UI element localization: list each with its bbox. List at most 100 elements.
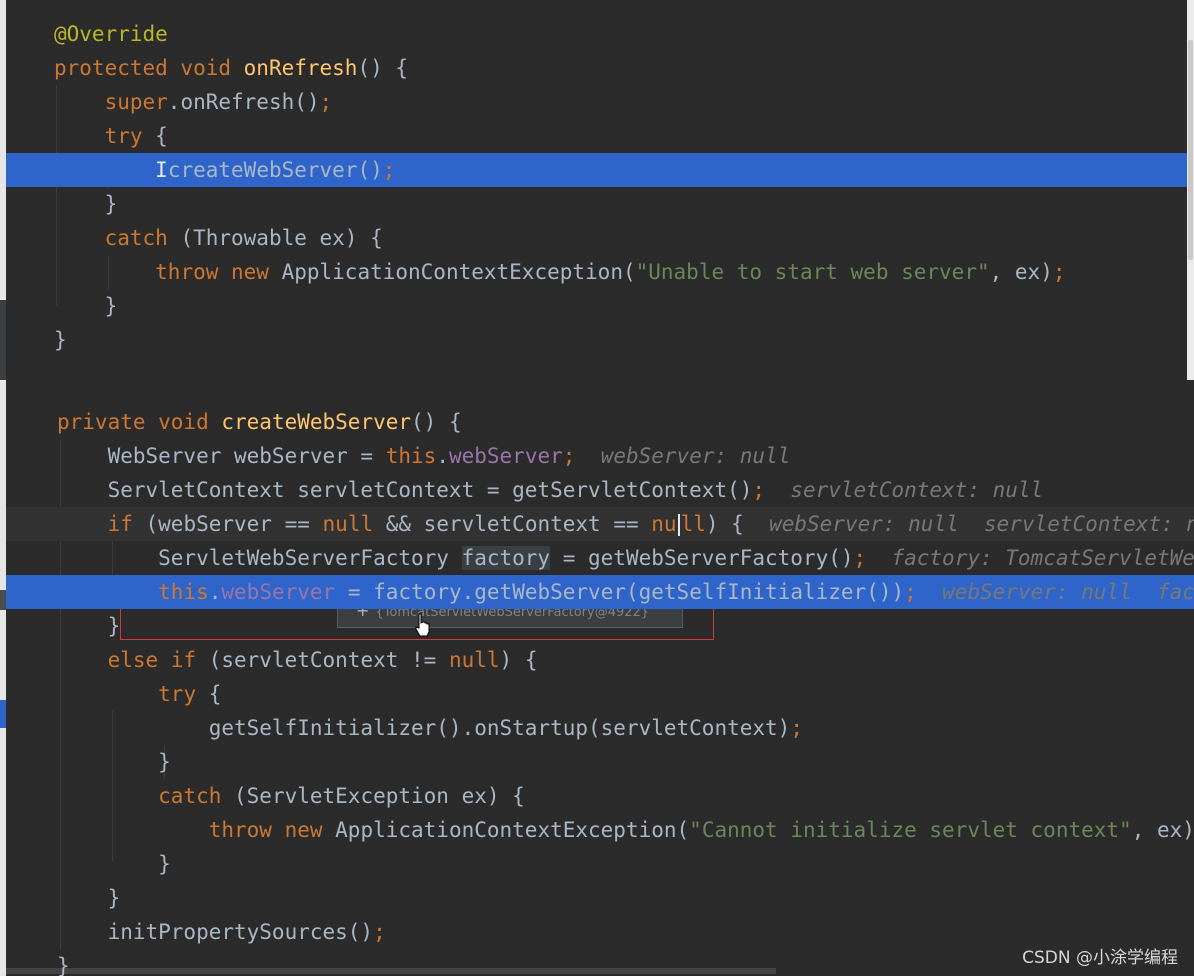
code-line[interactable]: protected void onRefresh() { — [6, 51, 1187, 85]
code-token: webServer — [221, 580, 336, 604]
code-token: } — [54, 328, 67, 352]
code-token: ApplicationContextException( — [335, 818, 690, 842]
code-token: () { — [357, 56, 409, 80]
code-token: ) { — [499, 648, 538, 672]
code-token: protected void — [54, 56, 244, 80]
code-token: nu — [651, 512, 677, 536]
code-line[interactable]: @Override — [6, 17, 1187, 51]
code-token: . — [436, 444, 449, 468]
code-token: @Override — [54, 22, 168, 46]
code-line[interactable]: getSelfInitializer().onStartup(servletCo… — [6, 711, 1194, 745]
code-token: { — [196, 682, 222, 706]
inline-debug-hint: webServer: null servletContext: null — [743, 512, 1194, 536]
code-token: private void — [57, 410, 222, 434]
code-token: ServletWebServerFactory — [57, 546, 462, 570]
ibeam-cursor-icon: I — [155, 158, 168, 182]
code-token: "Unable to start web server" — [635, 260, 990, 284]
code-line[interactable]: catch (ServletException ex) { — [6, 779, 1194, 813]
code-token: ServletContext servletContext = getServl… — [57, 478, 753, 502]
code-token: } — [54, 294, 118, 318]
code-line[interactable]: ServletWebServerFactory factory = getWeb… — [6, 541, 1194, 575]
watermark: CSDN @小涂学编程 — [1022, 948, 1178, 968]
code-token: = factory.getWebServer(getSelfInitialize… — [335, 580, 905, 604]
code-line[interactable]: catch (Throwable ex) { — [6, 221, 1187, 255]
code-token: initPropertySources() — [57, 920, 374, 944]
code-token: null — [322, 512, 374, 536]
code-token: ; — [790, 716, 803, 740]
code-line[interactable]: } — [6, 609, 1194, 643]
code-token: (servletContext != — [196, 648, 449, 672]
code-token: createWebServer() — [167, 158, 383, 182]
code-token: { — [142, 124, 168, 148]
code-token: = getWebServerFactory() — [550, 546, 854, 570]
inline-debug-hint: factory: TomcatServletWebServerFactory@4… — [891, 546, 1194, 570]
code-line[interactable]: IcreateWebServer(); — [6, 153, 1187, 187]
code-token: ; — [1052, 260, 1066, 284]
code-token: ; — [382, 158, 396, 182]
code-line[interactable]: try { — [6, 119, 1187, 153]
code-line[interactable]: } — [6, 847, 1194, 881]
code-token: } — [54, 192, 118, 216]
code-token: null — [448, 648, 500, 672]
code-token: createWebServer — [221, 410, 412, 434]
code-line[interactable]: if (webServer == null && servletContext … — [6, 507, 1194, 541]
code-token: if — [107, 512, 133, 536]
code-line[interactable]: else if (servletContext != null) { — [6, 643, 1194, 677]
code-token: ll — [680, 512, 706, 536]
code-line[interactable]: try { — [6, 677, 1194, 711]
code-token: (Throwable ex) { — [167, 226, 383, 250]
code-token: ApplicationContextException( — [281, 260, 636, 284]
inline-debug-hint: servletContext: null — [765, 478, 1044, 502]
code-token: catch — [104, 226, 168, 250]
code-line[interactable]: throw new ApplicationContextException("U… — [6, 255, 1187, 289]
vertical-scrollbar[interactable] — [1187, 0, 1194, 380]
scrollbar-thumb[interactable] — [1188, 40, 1193, 260]
code-line[interactable]: super.onRefresh(); — [6, 85, 1187, 119]
code-token: throw new — [208, 818, 336, 842]
code-editor-top[interactable]: @Override protected void onRefresh() { su… — [6, 0, 1187, 380]
code-token: && servletContext == — [373, 512, 652, 536]
code-token: WebServer webServer = — [57, 444, 386, 468]
code-line[interactable]: } — [6, 881, 1194, 915]
code-token: } — [57, 886, 121, 910]
code-line[interactable]: this.webServer = factory.getWebServer(ge… — [6, 575, 1194, 609]
inline-debug-hint: webServer: null — [575, 444, 791, 468]
code-line[interactable]: initPropertySources(); — [6, 915, 1194, 949]
code-token: try — [158, 682, 197, 706]
code-line[interactable]: } — [6, 187, 1187, 221]
code-line[interactable]: } — [6, 745, 1194, 779]
code-editor-bottom[interactable]: + {TomcatServletWebServerFactory@4922} pr… — [6, 380, 1194, 976]
code-line[interactable]: ServletContext servletContext = getServl… — [6, 473, 1194, 507]
code-token: .onRefresh() — [167, 90, 320, 114]
text-caret — [677, 514, 680, 536]
code-token: (webServer == — [132, 512, 323, 536]
code-token: "Cannot initialize servlet context" — [689, 818, 1132, 842]
code-token: ) { — [705, 512, 744, 536]
code-token: } — [57, 852, 171, 876]
code-token: ; — [752, 478, 766, 502]
code-token: , ex) — [1131, 818, 1194, 842]
code-token: catch — [158, 784, 222, 808]
code-line[interactable]: throw new ApplicationContextException("C… — [6, 813, 1194, 847]
code-token: } — [57, 750, 171, 774]
code-line[interactable]: } — [6, 323, 1187, 357]
code-line[interactable]: private void createWebServer() { — [6, 405, 1194, 439]
code-line[interactable]: WebServer webServer = this.webServer; we… — [6, 439, 1194, 473]
code-token: getSelfInitializer().onStartup(servletCo… — [57, 716, 791, 740]
code-token: else if — [107, 648, 197, 672]
code-line[interactable]: } — [6, 289, 1187, 323]
code-token: super — [104, 90, 168, 114]
code-line[interactable]: } — [6, 949, 1194, 976]
code-token: ; — [562, 444, 576, 468]
code-token: . — [208, 580, 222, 604]
code-token: ; — [319, 90, 333, 114]
